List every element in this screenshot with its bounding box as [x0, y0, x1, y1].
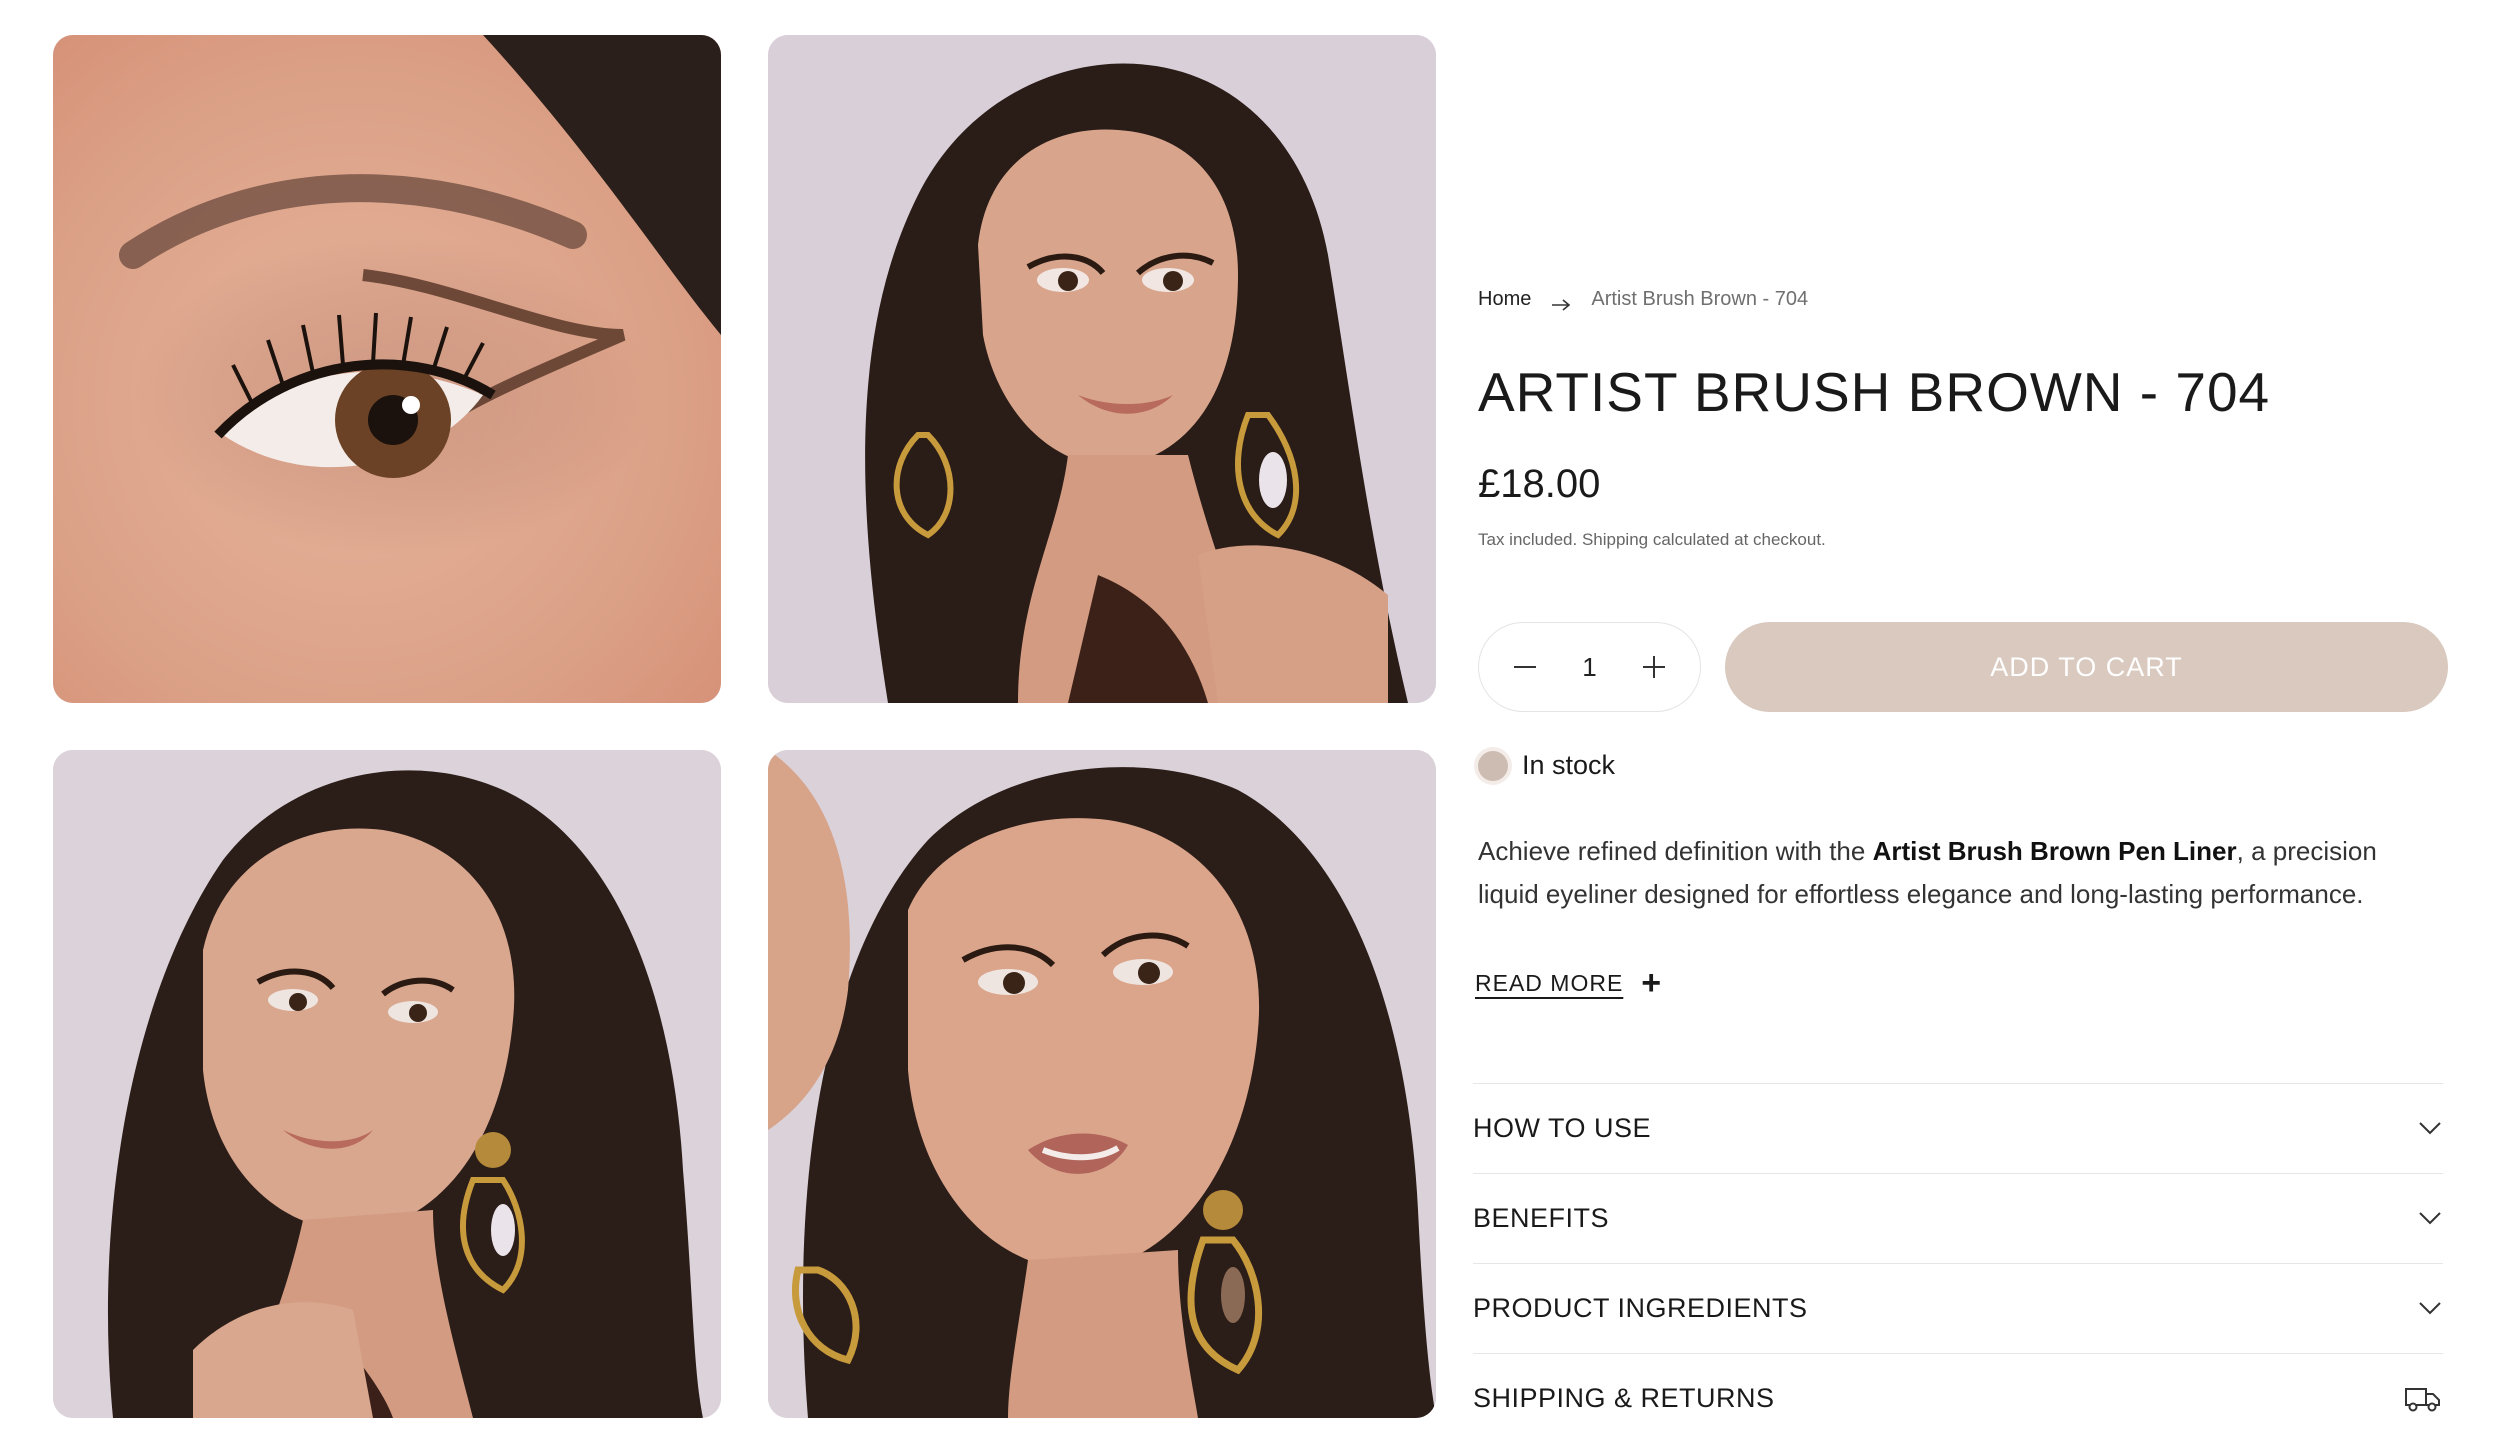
plus-icon [1643, 656, 1665, 678]
purchase-row: ADD TO CART [1478, 622, 2448, 712]
read-more-toggle[interactable]: READ MORE + [1475, 966, 1662, 1000]
quantity-decrease-button[interactable] [1503, 645, 1547, 689]
eye-closeup-image [53, 35, 721, 703]
product-title: ARTIST BRUSH BROWN - 704 [1478, 361, 2271, 423]
gallery-image-model-portrait-2[interactable] [53, 750, 721, 1418]
model-portrait-3-image [768, 750, 1436, 1418]
gallery-image-model-portrait-3[interactable] [768, 750, 1436, 1418]
model-portrait-1-image [768, 35, 1436, 703]
product-price: £18.00 [1478, 462, 1601, 506]
quantity-input[interactable] [1559, 651, 1620, 683]
product-gallery [53, 35, 1436, 1418]
description-product-name: Artist Brush Brown Pen Liner [1872, 836, 2237, 866]
product-accordion: HOW TO USE BENEFITS PRODUCT INGREDIENTS … [1473, 1083, 2443, 1439]
product-info: Home Artist Brush Brown - 704 ARTIST BRU… [1473, 0, 2448, 1439]
truck-icon [2405, 1387, 2440, 1411]
stock-status-label: In stock [1522, 750, 1616, 780]
accordion-benefits[interactable]: BENEFITS [1473, 1173, 2443, 1263]
description-prefix: Achieve refined definition with the [1478, 836, 1873, 866]
add-to-cart-button[interactable]: ADD TO CART [1725, 622, 2448, 712]
product-page: Home Artist Brush Brown - 704 ARTIST BRU… [0, 0, 2500, 1439]
stock-indicator-dot [1478, 750, 1508, 781]
breadcrumb-home-link[interactable]: Home [1478, 288, 1531, 311]
chevron-down-icon [2419, 1122, 2441, 1135]
breadcrumb: Home Artist Brush Brown - 704 [1478, 288, 1808, 311]
breadcrumb-current: Artist Brush Brown - 704 [1591, 288, 1809, 310]
accordion-label: BENEFITS [1473, 1203, 1610, 1233]
accordion-how-to-use[interactable]: HOW TO USE [1473, 1083, 2443, 1173]
model-portrait-2-image [53, 750, 721, 1418]
gallery-image-eye-closeup[interactable] [53, 35, 721, 703]
accordion-shipping-returns[interactable]: SHIPPING & RETURNS [1473, 1353, 2443, 1439]
accordion-product-ingredients[interactable]: PRODUCT INGREDIENTS [1473, 1263, 2443, 1353]
chevron-down-icon [2419, 1212, 2441, 1225]
minus-icon [1514, 666, 1536, 668]
read-more-label: READ MORE [1475, 969, 1624, 996]
accordion-label: SHIPPING & RETURNS [1473, 1383, 1775, 1413]
tax-note: Tax included. Shipping calculated at che… [1478, 530, 1826, 549]
quantity-stepper [1478, 622, 1701, 712]
product-description: Achieve refined definition with the Arti… [1478, 830, 2428, 916]
plus-icon: + [1641, 964, 1663, 1002]
quantity-increase-button[interactable] [1632, 645, 1676, 689]
accordion-label: HOW TO USE [1473, 1113, 1652, 1143]
arrow-right-icon [1551, 294, 1571, 311]
chevron-down-icon [2419, 1302, 2441, 1315]
stock-status: In stock [1478, 750, 1615, 781]
gallery-image-model-portrait-1[interactable] [768, 35, 1436, 703]
accordion-label: PRODUCT INGREDIENTS [1473, 1293, 1808, 1323]
